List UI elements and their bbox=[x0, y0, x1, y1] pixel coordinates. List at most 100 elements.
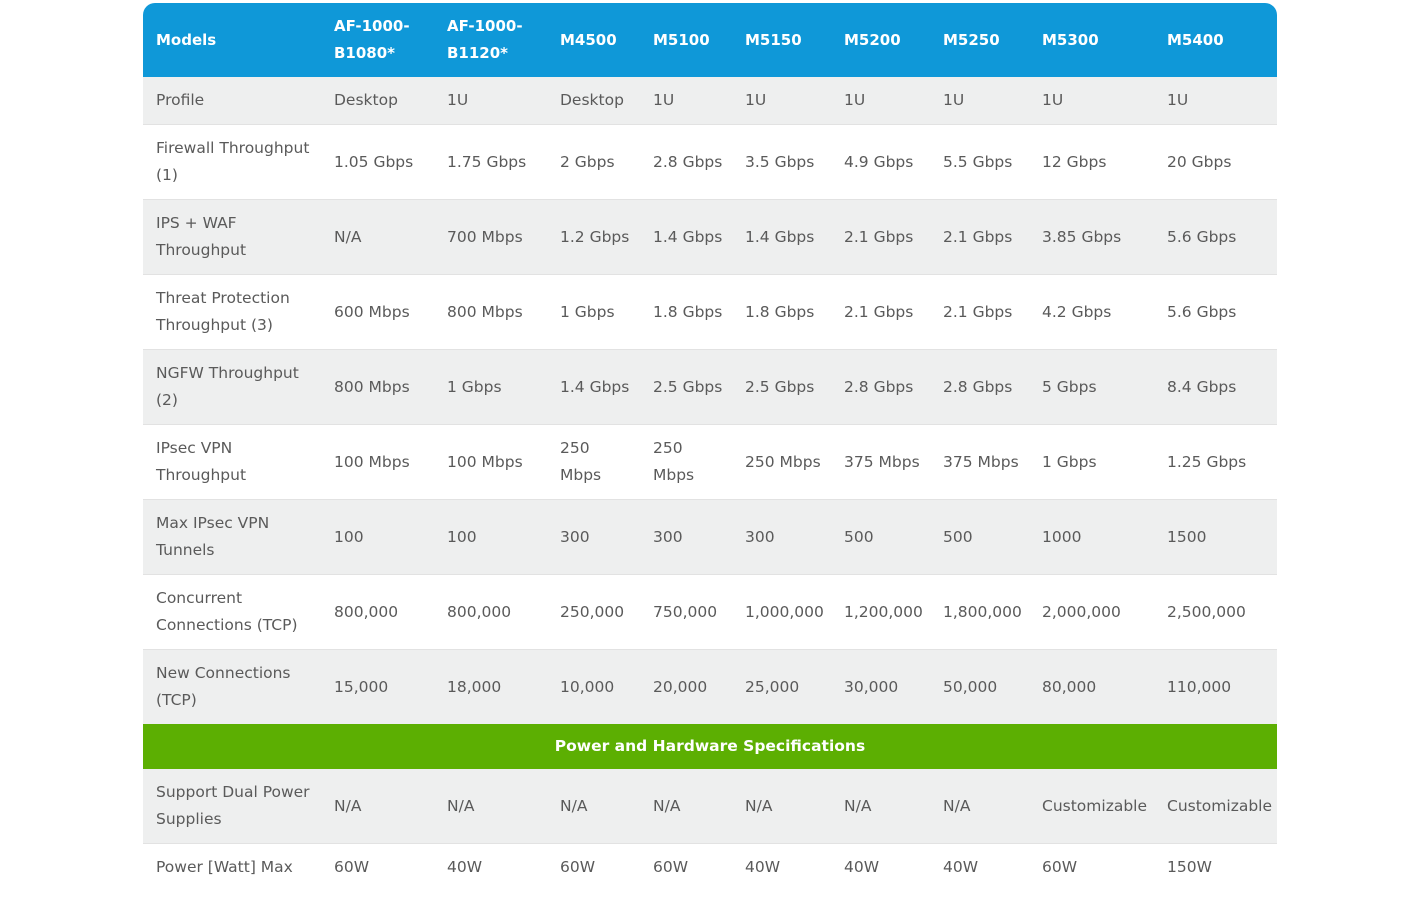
table-row: Power [Watt] Max 60W 40W 60W 60W 40W 40W 40W 60W… bbox=[143, 843, 1277, 891]
table-cell: 1 Gbps bbox=[1028, 424, 1153, 500]
row-label: NGFW Throughput (2) bbox=[143, 349, 320, 425]
table-cell: 800 Mbps bbox=[433, 274, 546, 350]
table-cell: 250,000 bbox=[546, 574, 639, 650]
header-row: Models AF-1000-B1080* AF-1000-B1120* M45… bbox=[143, 3, 1277, 77]
row-label: Support Dual Power Supplies bbox=[143, 769, 320, 844]
model-header: M5100 bbox=[639, 3, 731, 77]
table-cell: 5 Gbps bbox=[1028, 349, 1153, 425]
table-cell: 10,000 bbox=[546, 649, 639, 724]
table-cell: 2.5 Gbps bbox=[639, 349, 731, 425]
table-cell: 40W bbox=[929, 843, 1028, 891]
model-header: AF-1000-B1080* bbox=[320, 3, 433, 77]
table-cell: Customizable bbox=[1153, 769, 1277, 844]
table-row: NGFW Throughput (2) 800 Mbps 1 Gbps 1.4 Gbp… bbox=[143, 349, 1277, 425]
table-row: New Connections (TCP) 15,000 18,000 10,000 2… bbox=[143, 649, 1277, 724]
row-label: Max IPsec VPN Tunnels bbox=[143, 499, 320, 575]
table-cell: 4.9 Gbps bbox=[830, 124, 929, 200]
table-cell: 1000 bbox=[1028, 499, 1153, 575]
table-cell: 700 Mbps bbox=[433, 199, 546, 275]
row-label: IPsec VPN Throughput bbox=[143, 424, 320, 500]
table-cell: 80,000 bbox=[1028, 649, 1153, 724]
table-cell: 60W bbox=[1028, 843, 1153, 891]
table-cell: 2.5 Gbps bbox=[731, 349, 830, 425]
table-cell: 1U bbox=[1028, 77, 1153, 125]
table-cell: 40W bbox=[830, 843, 929, 891]
table-cell: Customizable bbox=[1028, 769, 1153, 844]
table-cell: 100 bbox=[320, 499, 433, 575]
table-cell: 500 bbox=[929, 499, 1028, 575]
table-cell: 1,800,000 bbox=[929, 574, 1028, 650]
table-cell: N/A bbox=[639, 769, 731, 844]
table-cell: 18,000 bbox=[433, 649, 546, 724]
table-header: Models AF-1000-B1080* AF-1000-B1120* M45… bbox=[143, 3, 1277, 77]
table-cell: 2,500,000 bbox=[1153, 574, 1277, 650]
table-cell: 300 bbox=[546, 499, 639, 575]
table-cell: 12 Gbps bbox=[1028, 124, 1153, 200]
table-cell: 1.8 Gbps bbox=[731, 274, 830, 350]
model-header: M5150 bbox=[731, 3, 830, 77]
table-cell: 1U bbox=[929, 77, 1028, 125]
table-cell: 1U bbox=[830, 77, 929, 125]
table-cell: 1,200,000 bbox=[830, 574, 929, 650]
table-cell: 1.05 Gbps bbox=[320, 124, 433, 200]
table-cell: 2.8 Gbps bbox=[929, 349, 1028, 425]
table-row: Threat Protection Throughput (3) 600 Mbps… bbox=[143, 274, 1277, 350]
table-cell: 250 Mbps bbox=[731, 424, 830, 500]
table-cell: 100 Mbps bbox=[320, 424, 433, 500]
table-row: IPS + WAF Throughput N/A 700 Mbps 1.2 Gbps 1… bbox=[143, 199, 1277, 275]
table-cell: 2.8 Gbps bbox=[639, 124, 731, 200]
table-cell: 500 bbox=[830, 499, 929, 575]
table-cell: 15,000 bbox=[320, 649, 433, 724]
table-row: IPsec VPN Throughput 100 Mbps 100 Mbps 250 … bbox=[143, 424, 1277, 500]
model-header: AF-1000-B1120* bbox=[433, 3, 546, 77]
model-header: M5300 bbox=[1028, 3, 1153, 77]
table-cell: 1.25 Gbps bbox=[1153, 424, 1277, 500]
table-cell: 1 Gbps bbox=[546, 274, 639, 350]
table-cell: 300 bbox=[639, 499, 731, 575]
table-row: Max IPsec VPN Tunnels 100 100 300 300 300 500 5… bbox=[143, 499, 1277, 575]
table-cell: 300 bbox=[731, 499, 830, 575]
models-header: Models bbox=[143, 3, 320, 77]
table-cell: 750,000 bbox=[639, 574, 731, 650]
table-cell: 30,000 bbox=[830, 649, 929, 724]
row-label: New Connections (TCP) bbox=[143, 649, 320, 724]
table-cell: 1.75 Gbps bbox=[433, 124, 546, 200]
model-header: M5250 bbox=[929, 3, 1028, 77]
table-cell: 60W bbox=[320, 843, 433, 891]
table-cell: 110,000 bbox=[1153, 649, 1277, 724]
table-cell: 1500 bbox=[1153, 499, 1277, 575]
table-cell: 1.4 Gbps bbox=[731, 199, 830, 275]
table-cell: 3.5 Gbps bbox=[731, 124, 830, 200]
row-label: Concurrent Connections (TCP) bbox=[143, 574, 320, 650]
table-cell: 20 Gbps bbox=[1153, 124, 1277, 200]
table-cell: 2.1 Gbps bbox=[830, 274, 929, 350]
table-row: Concurrent Connections (TCP) 800,000 800,0… bbox=[143, 574, 1277, 650]
table-cell: N/A bbox=[929, 769, 1028, 844]
table-body: Profile Desktop 1U Desktop 1U 1U 1U 1U 1U 1U Firew… bbox=[143, 77, 1277, 891]
table-cell: 50,000 bbox=[929, 649, 1028, 724]
table-cell: 1.4 Gbps bbox=[639, 199, 731, 275]
table-cell: Desktop bbox=[546, 77, 639, 125]
table-cell: N/A bbox=[830, 769, 929, 844]
table-cell: 1U bbox=[731, 77, 830, 125]
table-cell: 1 Gbps bbox=[433, 349, 546, 425]
table-cell: 2.8 Gbps bbox=[830, 349, 929, 425]
table-cell: N/A bbox=[546, 769, 639, 844]
table-cell: N/A bbox=[320, 199, 433, 275]
table-cell: 1U bbox=[433, 77, 546, 125]
table-cell: 8.4 Gbps bbox=[1153, 349, 1277, 425]
table-cell: 40W bbox=[731, 843, 830, 891]
table-cell: 375 Mbps bbox=[929, 424, 1028, 500]
table-cell: 800,000 bbox=[433, 574, 546, 650]
table-cell: 2 Gbps bbox=[546, 124, 639, 200]
table-cell: 3.85 Gbps bbox=[1028, 199, 1153, 275]
table-cell: N/A bbox=[433, 769, 546, 844]
table-cell: 250 Mbps bbox=[546, 424, 639, 500]
table-row: Support Dual Power Supplies N/A N/A N/A N/A N… bbox=[143, 769, 1277, 844]
table-cell: 5.6 Gbps bbox=[1153, 274, 1277, 350]
table-cell: 1U bbox=[639, 77, 731, 125]
table-cell: 1U bbox=[1153, 77, 1277, 125]
table-cell: 1.8 Gbps bbox=[639, 274, 731, 350]
table-row: Profile Desktop 1U Desktop 1U 1U 1U 1U 1U 1U bbox=[143, 77, 1277, 125]
row-label: Threat Protection Throughput (3) bbox=[143, 274, 320, 350]
